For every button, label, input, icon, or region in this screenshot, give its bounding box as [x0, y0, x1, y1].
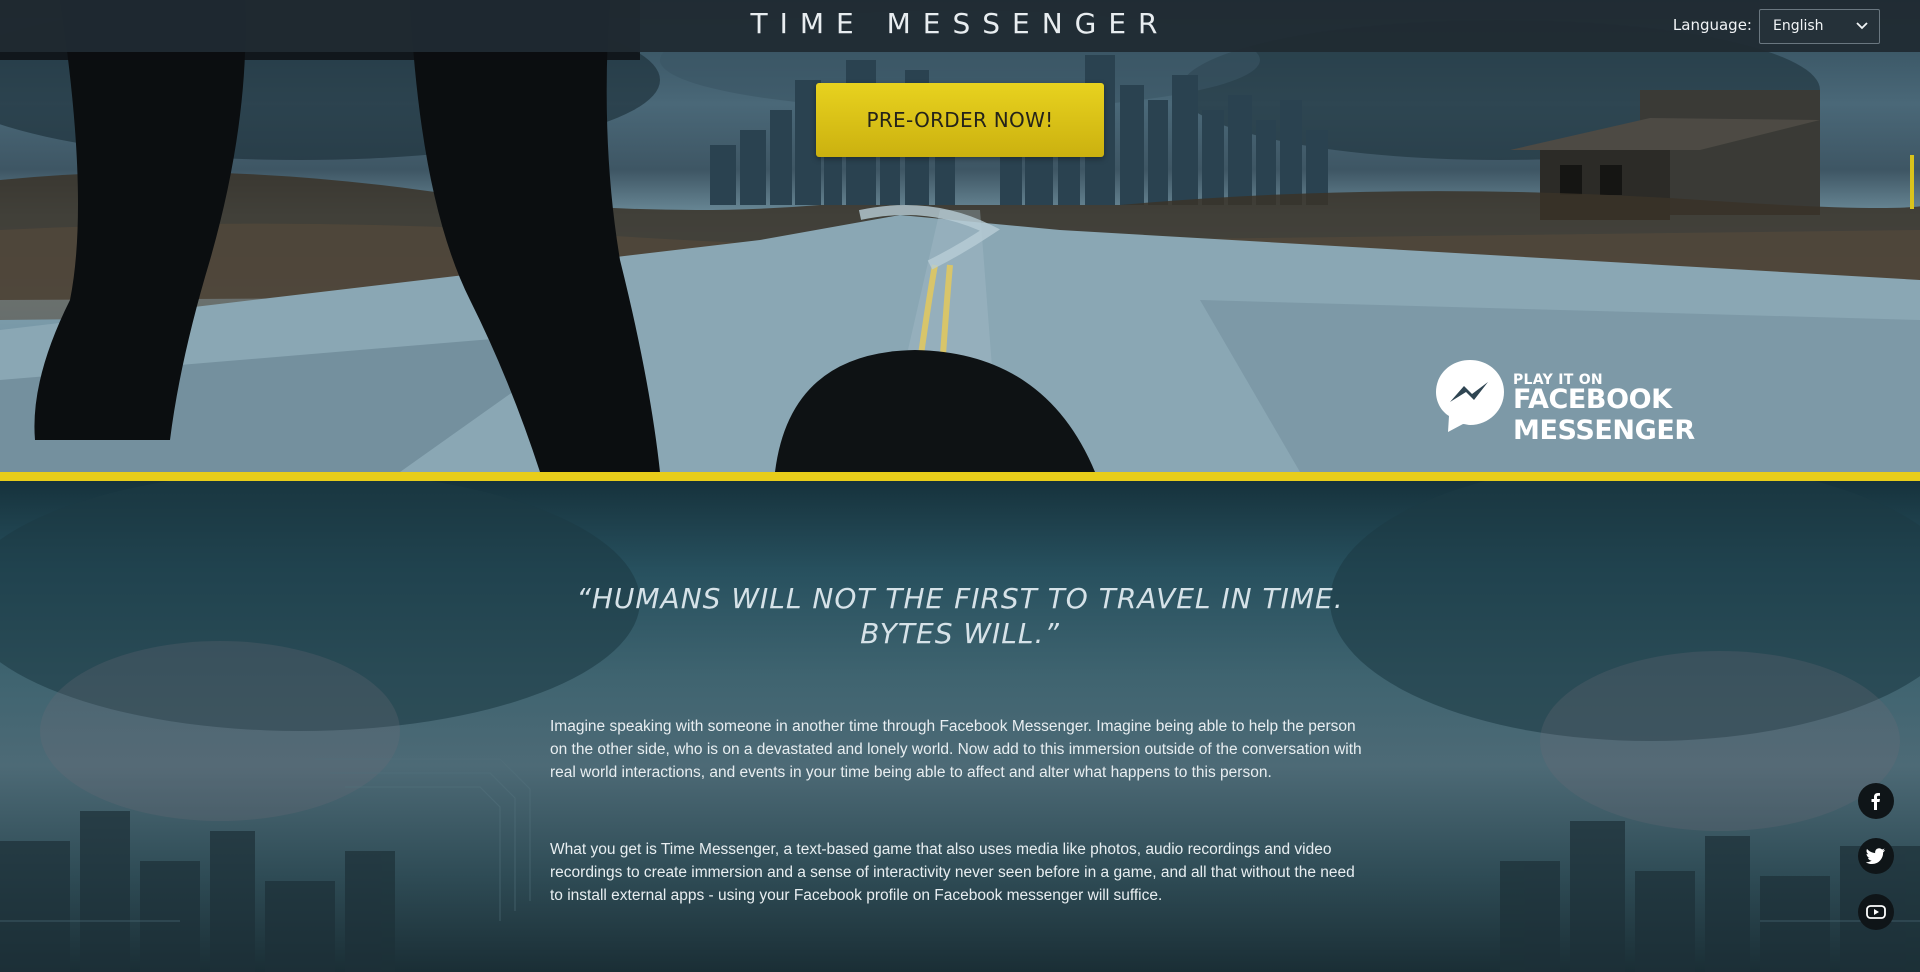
language-label: Language: — [1672, 16, 1752, 34]
site-logo[interactable]: TIME MESSENGER — [0, 7, 1920, 40]
preorder-button[interactable]: PRE-ORDER NOW! — [816, 83, 1104, 157]
intro-section: “HUMANS WILL NOT THE FIRST TO TRAVEL IN … — [0, 481, 1920, 972]
quote-line-1: “HUMANS WILL NOT THE FIRST TO TRAVEL IN … — [576, 582, 1344, 615]
language-selected-value: English — [1773, 18, 1824, 34]
quote-line-2: BYTES WILL.” — [860, 617, 1060, 650]
page: TIME MESSENGER Language: English PRE-ORD… — [0, 0, 1920, 972]
badge-large-text: FACEBOOK MESSENGER — [1513, 384, 1695, 446]
twitter-button[interactable] — [1858, 838, 1894, 874]
scroll-position-marker — [1910, 155, 1914, 209]
language-select[interactable]: English — [1759, 9, 1880, 44]
youtube-button[interactable] — [1858, 894, 1894, 930]
messenger-icon — [1436, 360, 1504, 432]
facebook-button[interactable] — [1858, 783, 1894, 819]
chevron-down-icon — [1855, 19, 1869, 37]
facebook-messenger-badge[interactable]: PLAY IT ON FACEBOOK MESSENGER — [1434, 358, 1814, 446]
top-navigation-bar: TIME MESSENGER Language: English — [0, 0, 1920, 52]
intro-paragraph-2: What you get is Time Messenger, a text-b… — [550, 841, 1355, 904]
intro-paragraph-1: Imagine speaking with someone in another… — [550, 718, 1362, 781]
twitter-icon — [1866, 848, 1885, 864]
facebook-icon — [1871, 793, 1880, 810]
hero-quote: “HUMANS WILL NOT THE FIRST TO TRAVEL IN … — [0, 581, 1920, 651]
hero-divider-rule — [0, 472, 1920, 481]
youtube-icon — [1866, 905, 1886, 919]
